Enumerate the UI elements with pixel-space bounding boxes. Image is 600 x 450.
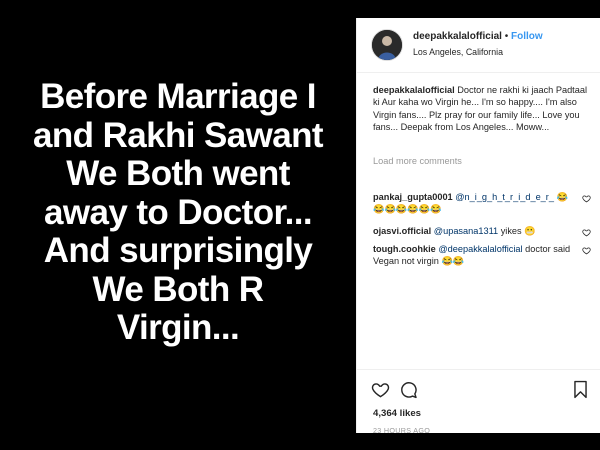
comment-like-heart-icon[interactable] [582,246,591,255]
comment-like-heart-icon[interactable] [582,194,591,203]
post-author: deepakkalalofficial • Follow [413,31,543,42]
post-text-line: Virgin... [116,308,240,347]
post-location[interactable]: Los Angeles, California [413,47,503,57]
post-header: deepakkalalofficial • Follow Los Angeles… [357,18,600,73]
comment-item: pankaj_gupta0001 @n_i_g_h_t_r_i_d_e_r_ 😂… [373,191,573,216]
post-caption: deepakkalalofficial Doctor ne rakhi ki j… [373,84,591,134]
comment-mention[interactable]: @n_i_g_h_t_r_i_d_e_r_ [455,192,554,202]
caption-username[interactable]: deepakkalalofficial [373,85,455,95]
load-more-comments-button[interactable]: Load more comments [373,156,462,166]
bookmark-icon[interactable] [571,380,590,399]
post-text-line: away to Doctor... [44,192,313,232]
comment-item: ojasvi.official @upasana1311 yikes 😬 [373,225,573,237]
follow-button[interactable]: Follow [511,31,543,42]
comment-item: tough.coohkie @deepakkalalofficial docto… [373,243,573,268]
comment-username[interactable]: pankaj_gupta0001 [373,192,453,202]
comment-text: yikes 😬 [500,226,536,236]
separator-dot: • [504,31,509,42]
comment-username[interactable]: tough.coohkie [373,244,436,254]
post-actions-bar: 4,364 likes 23 HOURS AGO [357,369,600,435]
post-image: Before Marriage I and Rakhi Sawant We Bo… [0,0,356,450]
post-timestamp[interactable]: 23 HOURS AGO [373,426,430,435]
post-text-line: We Both went [66,154,290,193]
comment-mention[interactable]: @upasana1311 [434,226,498,236]
likes-count[interactable]: 4,364 likes [373,408,421,419]
heart-icon[interactable] [371,380,390,399]
post-text-line: And surprisingly [43,231,313,270]
post-image-text: Before Marriage I and Rakhi Sawant We Bo… [0,77,356,348]
comments-section[interactable]: deepakkalalofficial Doctor ne rakhi ki j… [357,73,600,369]
comment-mention[interactable]: @deepakkalalofficial [438,244,522,254]
avatar[interactable] [371,29,403,61]
comment-like-heart-icon[interactable] [582,228,591,237]
post-text-line: We Both R [92,269,264,309]
comment-icon[interactable] [399,380,418,399]
author-username[interactable]: deepakkalalofficial [413,31,502,42]
post-side-panel: deepakkalalofficial • Follow Los Angeles… [356,18,600,435]
post-text-line: Before Marriage I [40,77,316,116]
comment-username[interactable]: ojasvi.official [373,226,431,236]
post-text-line: and Rakhi Sawant [33,115,324,155]
